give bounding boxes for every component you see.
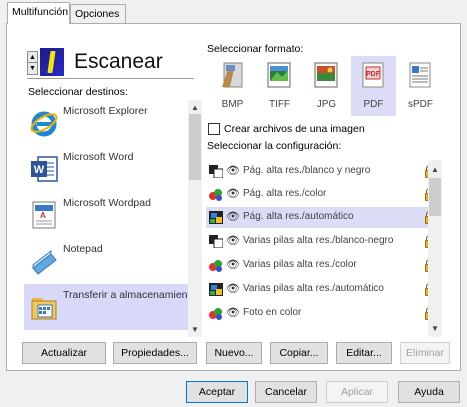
refresh-button[interactable]: Actualizar xyxy=(22,342,106,364)
help-button[interactable]: Ayuda xyxy=(398,381,460,403)
tab-multifuncion[interactable]: Multifunción xyxy=(7,2,70,24)
scan-spinner[interactable]: ▲ ▼ xyxy=(27,51,38,75)
properties-button[interactable]: Propiedades... xyxy=(113,342,197,364)
tab-opciones[interactable]: Opciones xyxy=(70,4,126,23)
edit-button[interactable]: Editar... xyxy=(336,342,392,364)
spinner-down-icon[interactable]: ▼ xyxy=(28,63,37,74)
copy-button[interactable]: Copiar... xyxy=(270,342,328,364)
delete-button[interactable]: Eliminar xyxy=(400,342,450,364)
apply-button[interactable]: Aplicar xyxy=(326,381,388,403)
new-button[interactable]: Nuevo... xyxy=(206,342,262,364)
tab-panel xyxy=(6,23,461,371)
accept-button[interactable]: Aceptar xyxy=(186,381,248,403)
spinner-up-icon[interactable]: ▲ xyxy=(28,52,37,63)
cancel-button[interactable]: Cancelar xyxy=(255,381,317,403)
